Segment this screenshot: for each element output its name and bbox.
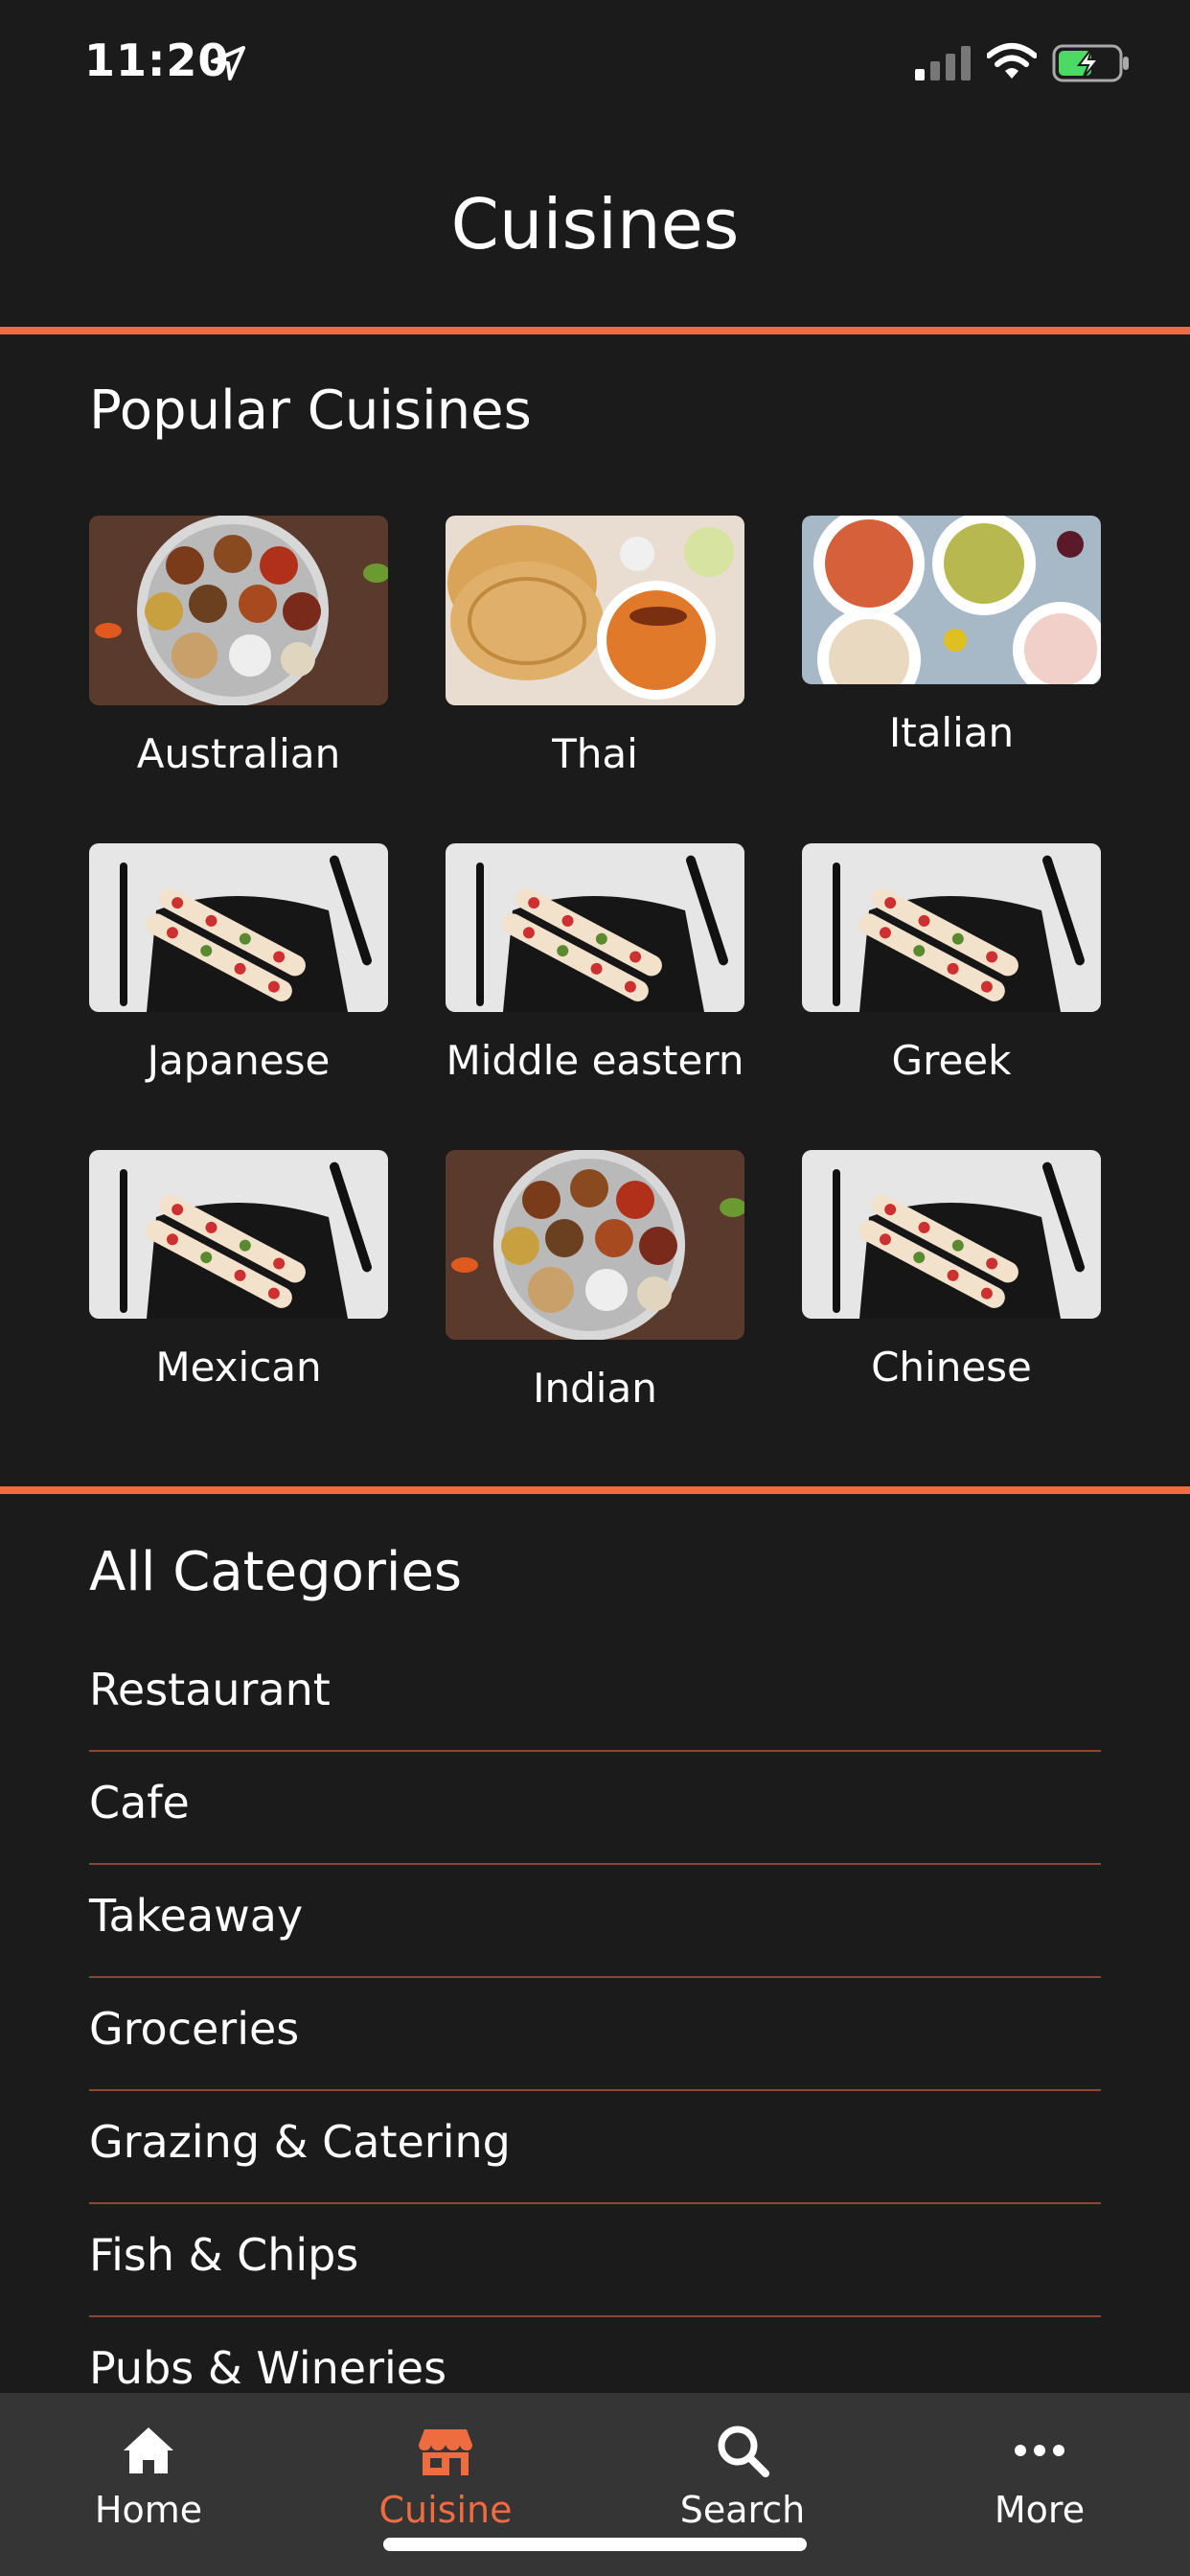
header-divider <box>0 327 1190 334</box>
tab-label: Search <box>679 2489 806 2531</box>
home-icon <box>124 2427 173 2473</box>
category-list: Restaurant Cafe Takeaway Groceries Grazi… <box>89 1639 1101 2430</box>
category-label: Pubs & Wineries <box>89 2342 447 2394</box>
cuisine-card-chinese[interactable]: Chinese <box>802 1150 1101 1391</box>
tab-label: Home <box>94 2489 203 2531</box>
cuisine-label: Thai <box>552 730 638 777</box>
cuisine-card-japanese[interactable]: Japanese <box>89 843 388 1084</box>
home-indicator <box>383 2538 807 2551</box>
category-label: Restaurant <box>89 1664 331 1715</box>
cuisine-card-mexican[interactable]: Mexican <box>89 1150 388 1391</box>
popular-cuisines-title: Popular Cuisines <box>89 380 532 442</box>
tab-home[interactable]: Home <box>53 2393 244 2576</box>
category-item-cafe[interactable]: Cafe <box>89 1752 1101 1865</box>
cuisine-card-italian[interactable]: Italian <box>802 516 1101 756</box>
more-icon <box>1015 2445 1064 2456</box>
cuisine-label: Australian <box>136 730 341 777</box>
tab-label: More <box>994 2489 1086 2531</box>
section-divider <box>0 1486 1190 1494</box>
tab-more[interactable]: More <box>944 2393 1135 2576</box>
all-categories-title: All Categories <box>89 1541 463 1603</box>
cuisine-image <box>89 1150 388 1319</box>
cuisine-image <box>802 1150 1101 1319</box>
cuisine-label: Indian <box>533 1365 657 1412</box>
cuisine-image <box>802 516 1101 684</box>
status-time: 11:20 <box>84 34 230 86</box>
cell-signal-icon <box>915 46 971 80</box>
category-label: Groceries <box>89 2003 300 2055</box>
cuisine-card-indian[interactable]: Indian <box>446 1150 744 1412</box>
tab-label: Cuisine <box>378 2489 513 2531</box>
store-icon <box>419 2429 472 2475</box>
cuisine-label: Japanese <box>147 1037 331 1084</box>
cuisine-card-australian[interactable]: Australian <box>89 516 388 777</box>
category-item-takeaway[interactable]: Takeaway <box>89 1865 1101 1978</box>
category-label: Grazing & Catering <box>89 2116 511 2168</box>
location-arrow-icon <box>211 46 245 80</box>
cuisine-card-middle-eastern[interactable]: Middle eastern <box>446 843 744 1084</box>
search-icon <box>718 2426 769 2477</box>
cuisine-card-greek[interactable]: Greek <box>802 843 1101 1084</box>
battery-charging-icon <box>1052 44 1129 82</box>
wifi-icon <box>987 43 1037 79</box>
cuisine-label: Italian <box>888 709 1015 756</box>
cuisine-image <box>446 1150 744 1340</box>
cuisine-image <box>802 843 1101 1012</box>
category-label: Takeaway <box>89 1890 304 1942</box>
cuisine-label: Chinese <box>871 1344 1032 1391</box>
cuisine-label: Greek <box>891 1037 1012 1084</box>
cuisine-card-thai[interactable]: Thai <box>446 516 744 777</box>
page-title: Cuisines <box>450 184 740 264</box>
category-item-groceries[interactable]: Groceries <box>89 1978 1101 2091</box>
cuisine-image <box>446 516 744 705</box>
cuisine-image <box>89 843 388 1012</box>
cuisine-label: Middle eastern <box>446 1037 744 1084</box>
category-item-fish-chips[interactable]: Fish & Chips <box>89 2204 1101 2317</box>
cuisine-image <box>446 843 744 1012</box>
category-label: Cafe <box>89 1777 190 1828</box>
category-label: Fish & Chips <box>89 2229 359 2281</box>
category-item-grazing-catering[interactable]: Grazing & Catering <box>89 2091 1101 2204</box>
cuisine-label: Mexican <box>155 1344 322 1391</box>
header: Cuisines <box>0 125 1190 331</box>
category-item-restaurant[interactable]: Restaurant <box>89 1639 1101 1752</box>
cuisine-image <box>89 516 388 705</box>
status-bar: 11:20 <box>0 0 1190 125</box>
